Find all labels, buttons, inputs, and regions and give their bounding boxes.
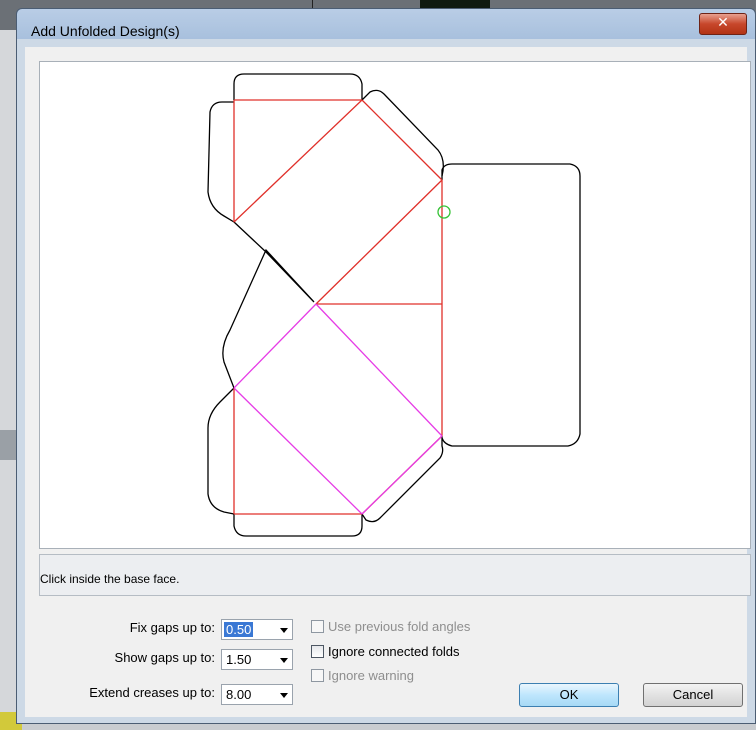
status-message: Click inside the base face. — [40, 572, 180, 586]
checkbox-label: Ignore warning — [328, 668, 414, 683]
side-panel — [441, 163, 581, 447]
extend-creases-label: Extend creases up to: — [89, 685, 215, 700]
ok-button[interactable]: OK — [519, 683, 619, 707]
chevron-down-icon — [280, 693, 288, 698]
close-button[interactable]: ✕ — [699, 13, 747, 35]
unfolded-design-drawing[interactable] — [40, 62, 750, 548]
checkbox-label: Ignore connected folds — [328, 644, 460, 659]
checkbox-label: Use previous fold angles — [328, 619, 471, 634]
checkbox-box[interactable] — [311, 669, 324, 682]
close-icon: ✕ — [717, 15, 729, 31]
checkbox-box[interactable] — [311, 645, 324, 658]
fix-gaps-select[interactable]: 0.50 — [221, 619, 293, 640]
bottom-left-flap — [207, 387, 235, 515]
chevron-down-icon — [280, 628, 288, 633]
extend-creases-value: 8.00 — [226, 687, 252, 702]
fix-gaps-label: Fix gaps up to: — [129, 620, 215, 635]
show-gaps-label: Show gaps up to: — [114, 650, 215, 665]
fix-gaps-value: 0.50 — [224, 622, 254, 637]
top-left-flap — [207, 101, 235, 223]
dialog-title: Add Unfolded Design(s) — [31, 23, 180, 39]
extend-creases-select[interactable]: 8.00 — [221, 684, 293, 705]
bottom-flap — [233, 514, 363, 537]
title-bar[interactable]: Add Unfolded Design(s) ✕ — [17, 9, 755, 47]
top-flap — [233, 73, 363, 100]
design-preview-canvas[interactable] — [39, 61, 751, 549]
cut-outline — [207, 73, 581, 537]
show-gaps-select[interactable]: 1.50 — [221, 649, 293, 670]
show-gaps-value: 1.50 — [226, 652, 252, 667]
dialog-body: Click inside the base face. Fix gaps up … — [25, 47, 751, 717]
add-unfolded-design-dialog: Add Unfolded Design(s) ✕ Click inside th… — [16, 8, 756, 724]
checkbox-box[interactable] — [311, 620, 324, 633]
cancel-button[interactable]: Cancel — [643, 683, 743, 707]
chevron-down-icon — [280, 658, 288, 663]
red-fold-lines — [233, 99, 443, 515]
left-middle-flap — [222, 221, 315, 389]
status-bar: Click inside the base face. — [39, 554, 751, 596]
bottom-right-flap — [361, 436, 444, 523]
top-right-flap — [361, 89, 444, 180]
magenta-fold-lines — [233, 303, 443, 515]
selection-marker-icon — [437, 205, 451, 219]
